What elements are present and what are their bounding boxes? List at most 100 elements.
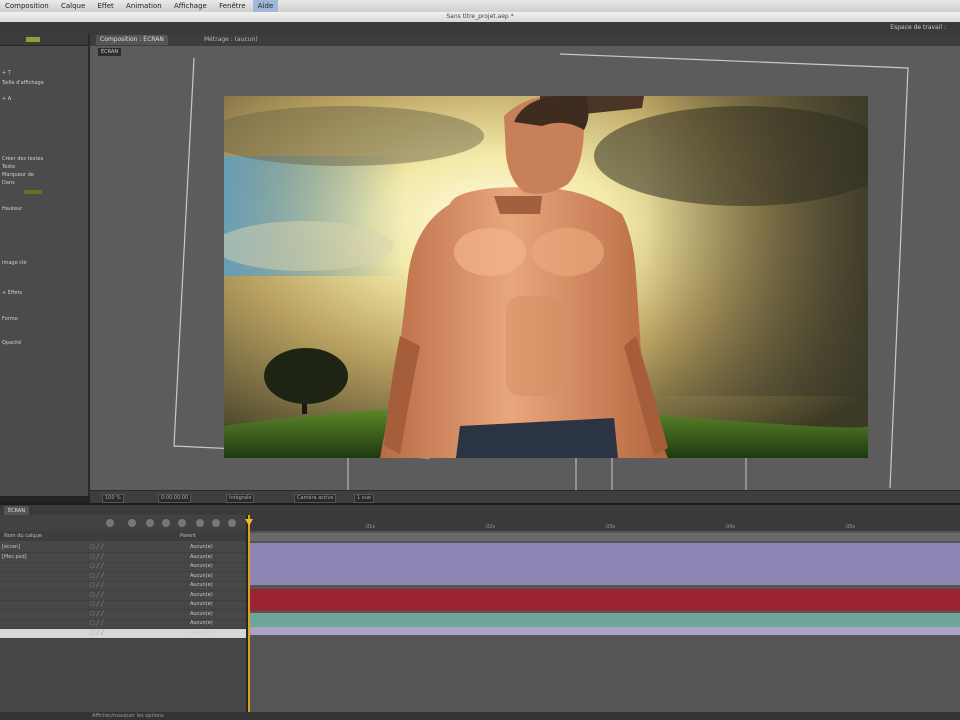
shy-layers-icon[interactable] (162, 519, 170, 527)
panel-row[interactable]: + A (2, 96, 11, 102)
viewer-controls-bar: 100 % 0:00:00:00 Intégrale Caméra active… (90, 490, 960, 504)
panel-row[interactable]: Marqueur de (2, 172, 34, 178)
brainstorm-icon[interactable] (228, 519, 236, 527)
camera-select[interactable]: Caméra active (294, 494, 337, 503)
layer-parent-select[interactable]: Aucun(e) (190, 562, 213, 571)
layer-parent-select[interactable]: Aucun(e) (190, 619, 213, 628)
panel-row[interactable]: Taille d'affichage (2, 80, 44, 86)
layer-parent-select[interactable]: Aucun(e) (190, 581, 213, 590)
timecode-field[interactable]: 0:00:00:00 (158, 494, 192, 503)
layer-duration-bar[interactable] (250, 601, 960, 611)
layer-column-header: Nom du calque Parent (0, 531, 246, 541)
panel-row[interactable]: Hauteur (2, 206, 22, 212)
layer-duration-bar[interactable] (250, 627, 960, 635)
layer-row[interactable]: □ ╱ ╱ Aucun(e) (0, 628, 246, 639)
layer-switches-icon[interactable]: □ ╱ ╱ (90, 553, 104, 562)
layer-name: [Mec.psd] (2, 553, 27, 560)
menu-item-selected[interactable]: Aide (252, 0, 279, 12)
layer-switches-icon[interactable]: □ ╱ ╱ (90, 572, 104, 581)
layer-row[interactable]: □ ╱ ╱ Aucun(e) (0, 610, 246, 620)
layer-row[interactable]: □ ╱ ╱ Aucun(e) (0, 562, 246, 572)
panel-tab-highlight (26, 37, 40, 42)
composition-image (224, 96, 868, 458)
timeline-graph-area[interactable]: 01s 02s 03s 04s 05s (245, 515, 960, 712)
timeline-layer-panel: Nom du calque Parent [écran] □ ╱ ╱ Aucun(e… (0, 515, 248, 712)
panel-row[interactable]: Forme (2, 316, 18, 322)
menu-bar: Composition Calque Effet Animation Affic… (0, 0, 960, 12)
layer-switches-icon[interactable]: □ ╱ ╱ (90, 629, 104, 638)
menu-item[interactable]: Fenêtre (214, 0, 250, 12)
graph-editor-icon[interactable] (212, 519, 220, 527)
window-title: Sans titre_projet.aep * (0, 12, 960, 22)
layer-duration-bar[interactable] (250, 613, 960, 627)
layer-row[interactable]: □ ╱ ╱ Aucun(e) (0, 572, 246, 582)
layer-duration-bar[interactable] (250, 589, 960, 601)
ruler-tick-label: 03s (606, 524, 615, 530)
status-bar: Afficher/masquer les options (0, 712, 960, 720)
search-icon[interactable] (106, 519, 114, 527)
ruler-tick-label: 05s (846, 524, 855, 530)
layer-parent-select[interactable]: Aucun(e) (190, 572, 213, 581)
motion-blur-icon[interactable] (196, 519, 204, 527)
composition-viewer[interactable]: ÉCRAN (90, 46, 960, 490)
status-text[interactable]: Afficher/masquer les options (92, 712, 164, 720)
layer-row[interactable]: □ ╱ ╱ Aucun(e) (0, 581, 246, 591)
panel-row[interactable]: + Effets (2, 290, 22, 296)
layer-parent-select[interactable]: Aucun(e) (190, 553, 213, 562)
layer-parent-select[interactable]: Aucun(e) (190, 600, 213, 609)
composition-frame[interactable] (224, 96, 868, 458)
menu-item[interactable]: Calque (56, 0, 90, 12)
panel-highlight (24, 190, 42, 194)
effects-panel: + T Taille d'affichage + A Créer des tex… (0, 34, 90, 496)
comp-mini-flowchart-icon[interactable] (128, 519, 136, 527)
work-area-bar[interactable] (248, 533, 960, 541)
layer-duration-bar[interactable] (250, 543, 960, 563)
panel-row[interactable]: Opacité (2, 340, 21, 346)
layer-row[interactable]: □ ╱ ╱ Aucun(e) (0, 600, 246, 610)
layer-switches-icon[interactable]: □ ╱ ╱ (90, 562, 104, 571)
menu-item[interactable]: Composition (0, 0, 54, 12)
layer-switches-icon[interactable]: □ ╱ ╱ (90, 543, 104, 552)
layer-parent-select[interactable]: Aucun(e) (190, 629, 213, 638)
time-ruler[interactable]: 01s 02s 03s 04s 05s (248, 515, 960, 531)
layer-switches-icon[interactable]: □ ╱ ╱ (90, 610, 104, 619)
playhead-icon[interactable] (245, 519, 253, 526)
menu-item[interactable]: Animation (121, 0, 167, 12)
zoom-select[interactable]: 100 % (102, 494, 124, 503)
current-time-indicator[interactable] (245, 515, 253, 712)
layer-row[interactable]: □ ╱ ╱ Aucun(e) (0, 619, 246, 629)
ruler-tick-label: 04s (726, 524, 735, 530)
panel-row[interactable]: Dans (2, 180, 15, 186)
panel-row[interactable]: + T (2, 70, 11, 76)
column-parent[interactable]: Parent (180, 531, 196, 541)
layer-parent-select[interactable]: Aucun(e) (190, 591, 213, 600)
menu-item[interactable]: Affichage (169, 0, 212, 12)
resolution-select[interactable]: Intégrale (226, 494, 255, 503)
layer-row[interactable]: [Mec.psd] □ ╱ ╱ Aucun(e) (0, 553, 246, 563)
panel-row[interactable]: Image clé (2, 260, 26, 266)
workspace-label[interactable]: Espace de travail : (890, 22, 946, 34)
layer-switches-icon[interactable]: □ ╱ ╱ (90, 581, 104, 590)
tab-composition[interactable]: Composition : ÉCRAN (96, 35, 168, 45)
ruler-tick-label: 02s (486, 524, 495, 530)
layer-switches-icon[interactable]: □ ╱ ╱ (90, 591, 104, 600)
layer-row[interactable]: □ ╱ ╱ Aucun(e) (0, 591, 246, 601)
tab-footage[interactable]: Métrage : (aucun) (200, 35, 262, 45)
layer-name: [écran] (2, 544, 21, 550)
timeline-toolbar (0, 515, 246, 531)
layer-switches-icon[interactable]: □ ╱ ╱ (90, 600, 104, 609)
views-select[interactable]: 1 vue (354, 494, 374, 503)
panel-tab[interactable] (0, 34, 88, 46)
panel-row[interactable]: Créer des textes (2, 156, 43, 162)
layer-parent-select[interactable]: Aucun(e) (190, 543, 213, 552)
draft-3d-icon[interactable] (146, 519, 154, 527)
layer-duration-bar[interactable] (250, 563, 960, 585)
column-source-name[interactable]: Nom du calque (4, 531, 42, 541)
ruler-tick-label: 01s (366, 524, 375, 530)
layer-parent-select[interactable]: Aucun(e) (190, 610, 213, 619)
menu-item[interactable]: Effet (93, 0, 119, 12)
layer-row[interactable]: [écran] □ ╱ ╱ Aucun(e) (0, 543, 246, 553)
panel-row[interactable]: Texte (2, 164, 15, 170)
frame-blending-icon[interactable] (178, 519, 186, 527)
layer-switches-icon[interactable]: □ ╱ ╱ (90, 619, 104, 628)
